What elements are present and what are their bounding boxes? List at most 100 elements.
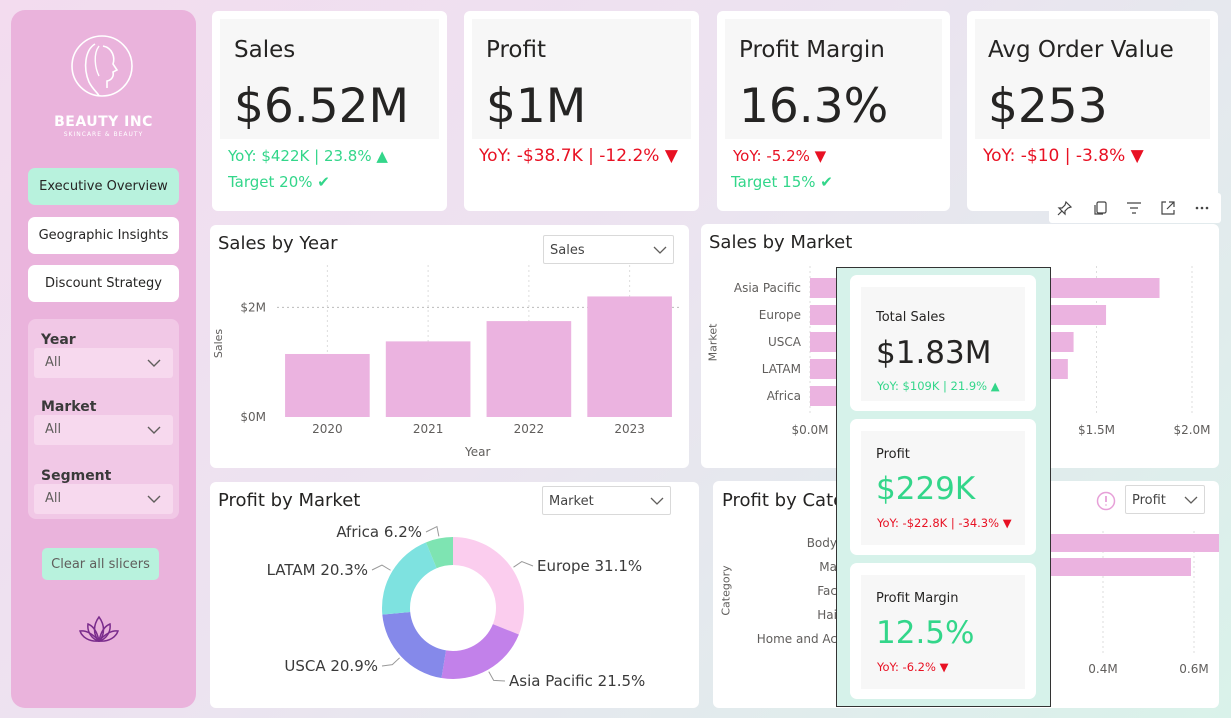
- tooltip-card-value: 12.5%: [876, 615, 975, 651]
- tooltip-panel: Total Sales $1.83M YoY: $109K | 21.9% ▲ …: [836, 267, 1051, 707]
- slicer-market-dropdown[interactable]: All: [34, 415, 173, 445]
- y-tick-label: Ma: [819, 560, 837, 574]
- x-tick-label: 2020: [312, 422, 343, 436]
- chevron-down-icon: [147, 426, 161, 434]
- kpi-target: Target 20% ✔: [228, 173, 330, 191]
- sidebar: BEAUTY INC SKINCARE & BEAUTY Executive O…: [11, 10, 196, 708]
- y-tick-label: Fac: [817, 584, 837, 598]
- focus-mode-icon[interactable]: [1160, 200, 1176, 216]
- tooltip-card-profit-margin: Profit Margin 12.5% YoY: -6.2% ▼: [850, 563, 1036, 699]
- slice-label: Asia Pacific 21.5%: [509, 672, 645, 690]
- x-tick-label: 0.4M: [1088, 662, 1117, 676]
- y-tick-label: USCA: [768, 335, 802, 349]
- slicer-year-label: Year: [41, 332, 76, 348]
- slicer-segment-dropdown[interactable]: All: [34, 484, 173, 514]
- kpi-title: Profit Margin: [739, 37, 885, 63]
- slicer-segment-value: All: [45, 491, 62, 506]
- more-options-icon[interactable]: [1194, 200, 1210, 216]
- x-tick-label: $1.5M: [1078, 423, 1115, 437]
- sales-by-year-chart: 2020 2021 2022 2023 $0M $2M: [240, 265, 680, 436]
- bar-2023[interactable]: [587, 296, 672, 417]
- leader-line: [513, 561, 534, 568]
- y-axis-title: Sales: [212, 328, 226, 359]
- chevron-down-icon: [147, 359, 161, 367]
- kpi-card-profit-margin[interactable]: Profit Margin 16.3% YoY: -5.2% ▼ Target …: [717, 11, 950, 211]
- x-axis-title: Year: [465, 445, 491, 459]
- kpi-card-profit[interactable]: Profit $1M YoY: -$38.7K | -12.2% ▼: [464, 11, 699, 211]
- visual-header: [1049, 193, 1221, 223]
- tooltip-card-yoy: YoY: -6.2% ▼: [877, 660, 949, 674]
- bar-2021[interactable]: [385, 341, 471, 417]
- kpi-title: Sales: [234, 37, 296, 63]
- pin-icon[interactable]: [1057, 200, 1073, 216]
- kpi-title: Avg Order Value: [988, 37, 1174, 63]
- slice-Asia Pacific[interactable]: [441, 624, 519, 679]
- tooltip-card-yoy: YoY: -$22.8K | -34.3% ▼: [877, 516, 1012, 530]
- bar-2022[interactable]: [486, 321, 572, 417]
- y-tick-label: Europe: [759, 308, 801, 322]
- slice-label: LATAM 20.3%: [267, 561, 368, 579]
- copy-icon[interactable]: [1092, 200, 1108, 216]
- slice-label: Africa 6.2%: [336, 523, 422, 541]
- kpi-title: Profit: [486, 37, 546, 63]
- slicer-year-value: All: [45, 355, 62, 370]
- tooltip-card-title: Profit Margin: [876, 591, 959, 606]
- leader-line: [488, 671, 506, 682]
- kpi-value: $1M: [486, 79, 587, 134]
- y-axis-title: Category: [719, 565, 733, 616]
- x-tick-label: 0.6M: [1179, 662, 1208, 676]
- kpi-yoy: YoY: -5.2% ▼: [733, 147, 827, 165]
- bar-2020[interactable]: [285, 353, 370, 417]
- slicer-market-value: All: [45, 422, 62, 437]
- tooltip-card-title: Profit: [876, 447, 910, 462]
- kpi-target: Target 15% ✔: [731, 173, 833, 191]
- kpi-card-avg-order-value[interactable]: Avg Order Value $253 YoY: -$10 | -3.8% ▼: [967, 11, 1218, 211]
- filter-icon[interactable]: [1126, 200, 1142, 216]
- profit-by-market-donut: Europe 31.1% Asia Pacific 21.5% USCA 20.9%…: [267, 523, 646, 690]
- slice-Europe[interactable]: [453, 537, 524, 635]
- slice-label: USCA 20.9%: [284, 657, 378, 675]
- nav-discount-strategy[interactable]: Discount Strategy: [28, 265, 179, 302]
- clear-slicers-button[interactable]: Clear all slicers: [42, 548, 159, 580]
- slice-label: Europe 31.1%: [537, 557, 642, 575]
- tooltip-card-yoy: YoY: $109K | 21.9% ▲: [877, 379, 1000, 393]
- sales-by-year-visual[interactable]: Sales by Year Sales 2020 2021 2022 2023 $0M $…: [210, 225, 689, 468]
- nav-executive-overview[interactable]: Executive Overview: [28, 168, 179, 205]
- profit-by-market-visual[interactable]: Profit by Market Market Europe 31.1% Asia…: [210, 482, 699, 708]
- x-tick-label: 2022: [514, 422, 545, 436]
- nav-geographic-insights[interactable]: Geographic Insights: [28, 217, 179, 254]
- x-tick-label: 2021: [413, 422, 444, 436]
- kpi-yoy: YoY: -$10 | -3.8% ▼: [983, 146, 1144, 166]
- leader-line: [381, 657, 400, 667]
- logo-icon: [69, 24, 135, 110]
- y-tick-label: Asia Pacific: [734, 281, 801, 295]
- y-tick-label: $0M: [240, 410, 266, 424]
- x-tick-label: $0.0M: [791, 423, 828, 437]
- y-tick-label: LATAM: [762, 362, 801, 376]
- y-tick-label: Africa: [767, 389, 801, 403]
- slicer-year-dropdown[interactable]: All: [34, 348, 173, 378]
- tooltip-card-profit: Profit $229K YoY: -$22.8K | -34.3% ▼: [850, 419, 1036, 555]
- brand-tagline: SKINCARE & BEAUTY: [63, 131, 144, 138]
- slice-LATAM[interactable]: [382, 542, 437, 615]
- x-tick-label: $2.0M: [1173, 423, 1210, 437]
- x-tick-label: 2023: [614, 422, 645, 436]
- tooltip-card-value: $1.83M: [876, 335, 992, 371]
- y-tick-label: Hai: [817, 608, 837, 622]
- kpi-card-sales[interactable]: Sales $6.52M YoY: $422K | 23.8% ▲ Target…: [212, 11, 447, 211]
- tooltip-card-total-sales: Total Sales $1.83M YoY: $109K | 21.9% ▲: [850, 275, 1036, 411]
- slicer-panel: Year All Market All Segment All: [28, 319, 179, 519]
- kpi-yoy: YoY: -$38.7K | -12.2% ▼: [479, 146, 678, 166]
- slice-USCA[interactable]: [382, 612, 447, 679]
- lotus-icon: [79, 613, 119, 647]
- y-axis-title: Market: [706, 323, 720, 362]
- y-tick-label: $2M: [240, 300, 266, 314]
- y-tick-label: Body: [807, 536, 837, 550]
- tooltip-card-title: Total Sales: [876, 310, 946, 325]
- kpi-value: 16.3%: [739, 79, 889, 134]
- brand-name: BEAUTY INC: [54, 114, 153, 130]
- kpi-value: $6.52M: [234, 79, 410, 134]
- slicer-market-label: Market: [41, 399, 97, 415]
- kpi-yoy: YoY: $422K | 23.8% ▲: [228, 147, 388, 165]
- leader-line: [425, 525, 440, 537]
